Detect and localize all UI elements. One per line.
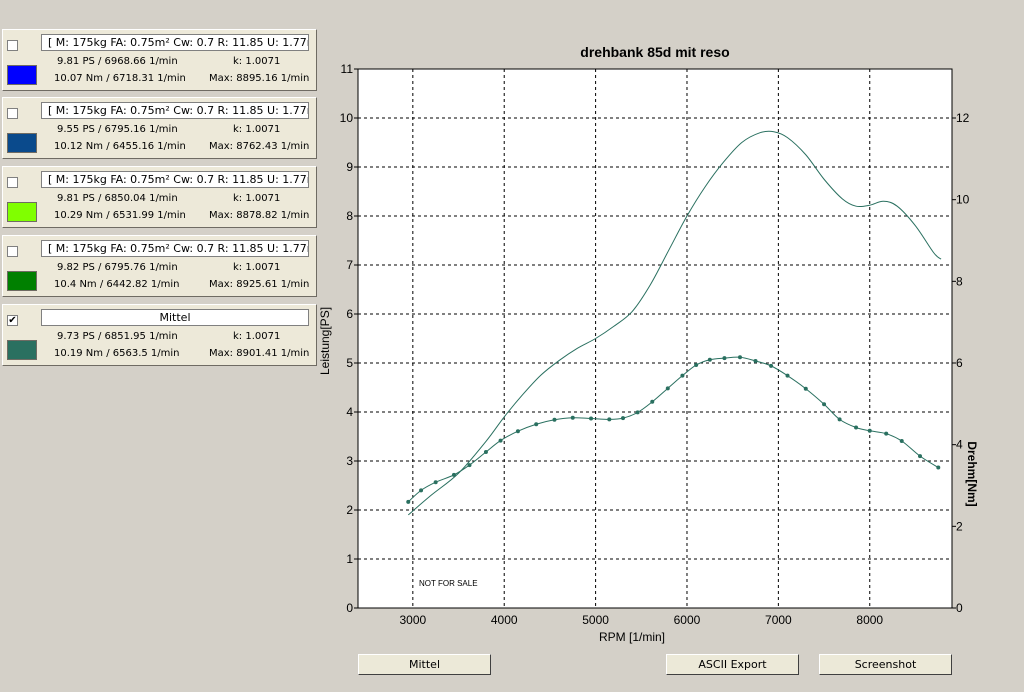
torque-data-point xyxy=(753,358,758,363)
plot-area xyxy=(357,68,953,609)
y-tick-label: 8 xyxy=(346,209,353,223)
y2-tick-label: 8 xyxy=(956,274,963,288)
y2-axis-label: Drehm[Nm] xyxy=(965,441,979,506)
ascii-export-button[interactable]: ASCII Export xyxy=(666,654,799,675)
screenshot-button[interactable]: Screenshot xyxy=(819,654,952,675)
torque-data-point xyxy=(483,450,488,455)
torque-data-point xyxy=(707,357,712,362)
torque-data-point xyxy=(515,429,520,434)
torque-data-point xyxy=(635,410,640,415)
torque-data-point xyxy=(552,417,557,422)
watermark: NOT FOR SALE xyxy=(419,579,478,588)
chart-title: drehbank 85d mit reso xyxy=(580,44,729,60)
y-tick-label: 3 xyxy=(346,454,353,468)
x-tick-label: 4000 xyxy=(491,613,518,627)
y-axis-label: Leistung[PS] xyxy=(318,307,332,375)
y2-tick-label: 6 xyxy=(956,356,963,370)
torque-data-point xyxy=(867,428,872,433)
torque-data-point xyxy=(918,454,923,459)
torque-data-point xyxy=(884,431,889,436)
torque-data-point xyxy=(837,417,842,422)
x-tick-label: 7000 xyxy=(765,613,792,627)
y-tick-label: 6 xyxy=(346,307,353,321)
y-tick-label: 7 xyxy=(346,258,353,272)
torque-data-point xyxy=(570,415,575,420)
y2-tick-label: 12 xyxy=(956,111,970,125)
torque-data-point xyxy=(737,355,742,360)
y2-tick-label: 2 xyxy=(956,519,963,533)
torque-data-point xyxy=(589,416,594,421)
torque-data-point xyxy=(936,465,941,470)
y-tick-label: 4 xyxy=(346,405,353,419)
torque-data-point xyxy=(419,488,424,493)
torque-data-point xyxy=(534,422,539,427)
torque-data-point xyxy=(406,499,411,504)
torque-data-point xyxy=(621,416,626,421)
torque-data-point xyxy=(722,356,727,361)
torque-data-point xyxy=(665,386,670,391)
torque-data-point xyxy=(822,402,827,407)
x-tick-label: 5000 xyxy=(582,613,609,627)
torque-data-point xyxy=(650,399,655,404)
torque-data-point xyxy=(607,417,612,422)
torque-data-point xyxy=(854,425,859,430)
y2-tick-label: 0 xyxy=(956,601,963,615)
y-tick-label: 9 xyxy=(346,160,353,174)
x-tick-label: 6000 xyxy=(674,613,701,627)
y-tick-label: 0 xyxy=(346,601,353,615)
torque-data-point xyxy=(694,363,699,368)
mittel-button[interactable]: Mittel xyxy=(358,654,491,675)
torque-data-point xyxy=(785,373,790,378)
y-tick-label: 2 xyxy=(346,503,353,517)
y-tick-label: 10 xyxy=(340,111,354,125)
torque-data-point xyxy=(451,472,456,477)
y2-tick-label: 10 xyxy=(956,193,970,207)
y2-tick-label: 4 xyxy=(956,438,963,452)
x-axis-label: RPM [1/min] xyxy=(599,630,665,644)
x-tick-label: 8000 xyxy=(856,613,883,627)
y-tick-label: 1 xyxy=(346,552,353,566)
torque-data-point xyxy=(433,480,438,485)
torque-data-point xyxy=(803,386,808,391)
torque-data-point xyxy=(467,463,472,468)
torque-data-point xyxy=(899,438,904,443)
y-tick-label: 11 xyxy=(341,62,354,76)
torque-data-point xyxy=(680,373,685,378)
dyno-chart: 3000 4000 5000 6000 7000 80000123456789101102… xyxy=(318,44,979,644)
torque-data-point xyxy=(769,363,774,368)
y-tick-label: 5 xyxy=(346,356,353,370)
torque-data-point xyxy=(498,438,503,443)
x-tick-label: 3000 xyxy=(399,613,426,627)
